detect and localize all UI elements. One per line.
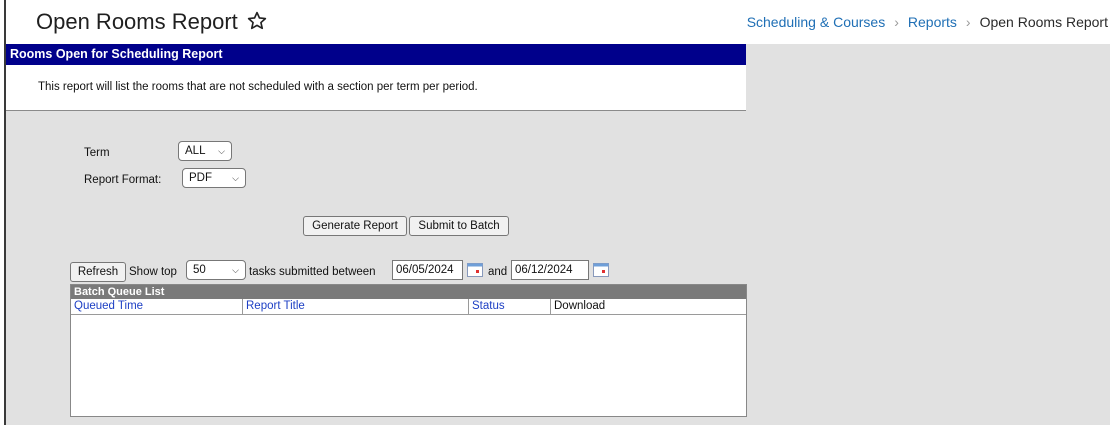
submit-to-batch-button[interactable]: Submit to Batch (409, 216, 509, 236)
report-content: Rooms Open for Scheduling Report This re… (6, 44, 1110, 425)
term-select[interactable]: ALL ⌵ (178, 141, 232, 161)
report-format-select[interactable]: PDF ⌵ (182, 168, 246, 188)
page-header: Open Rooms Report Scheduling & Courses › R… (6, 0, 1110, 44)
column-queued-time[interactable]: Queued Time (71, 299, 243, 314)
breadcrumb: Scheduling & Courses › Reports › Open Rooms … (747, 14, 1108, 30)
report-format-label: Report Format: (84, 174, 162, 186)
breadcrumb-separator-icon: › (894, 14, 899, 30)
show-top-select[interactable]: 50 ⌵ (186, 260, 246, 280)
favorite-star-icon[interactable] (246, 10, 268, 32)
calendar-icon[interactable] (467, 263, 483, 277)
chevron-down-icon: ⌵ (232, 265, 239, 275)
report-description: This report will list the rooms that are… (6, 65, 746, 111)
start-date-input[interactable]: 06/05/2024 (392, 260, 463, 280)
breadcrumb-scheduling-courses[interactable]: Scheduling & Courses (747, 14, 886, 30)
chevron-down-icon: ⌵ (232, 173, 239, 183)
show-top-select-value: 50 (193, 264, 206, 276)
batch-queue-header-row: Queued Time Report Title Status Download (71, 299, 746, 315)
and-label: and (488, 266, 508, 278)
generate-report-button[interactable]: Generate Report (303, 216, 407, 236)
breadcrumb-separator-icon: › (965, 14, 971, 30)
term-label: Term (84, 147, 110, 159)
breadcrumb-reports[interactable]: Reports (908, 14, 957, 30)
batch-queue-list: Batch Queue List Queued Time Report Titl… (70, 284, 747, 417)
report-format-select-value: PDF (189, 172, 212, 184)
report-title-bar: Rooms Open for Scheduling Report (6, 44, 746, 65)
show-top-label: Show top (129, 266, 177, 278)
page-title: Open Rooms Report (36, 9, 238, 34)
calendar-icon[interactable] (593, 263, 609, 277)
breadcrumb-current: Open Rooms Report (979, 14, 1108, 30)
end-date-input[interactable]: 06/12/2024 (511, 260, 589, 280)
column-download: Download (554, 300, 606, 312)
chevron-down-icon: ⌵ (218, 146, 225, 156)
column-status[interactable]: Status (469, 299, 551, 314)
tasks-submitted-label: tasks submitted between (249, 266, 376, 278)
batch-queue-title: Batch Queue List (71, 285, 746, 299)
app-frame: Open Rooms Report Scheduling & Courses › R… (4, 0, 1110, 425)
term-select-value: ALL (185, 145, 206, 157)
column-report-title[interactable]: Report Title (243, 299, 469, 314)
refresh-button[interactable]: Refresh (70, 262, 126, 282)
